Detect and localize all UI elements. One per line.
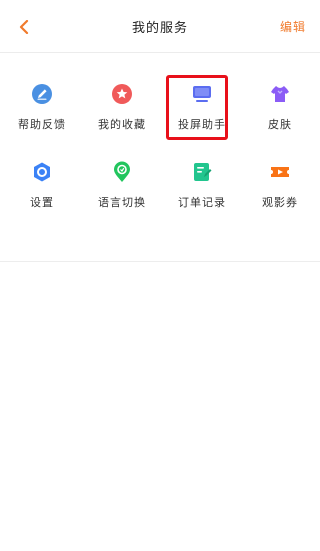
service-skin[interactable]: 皮肤 — [240, 76, 320, 140]
service-label: 语言切换 — [98, 196, 146, 209]
ticket-icon — [271, 167, 289, 177]
service-language[interactable]: 语言切换 — [82, 154, 162, 218]
service-label: 帮助反馈 — [18, 118, 66, 131]
settings-icon — [34, 162, 50, 182]
page-title: 我的服务 — [131, 21, 188, 36]
service-label: 观影券 — [262, 196, 298, 209]
tshirt-icon — [271, 86, 289, 102]
service-label: 皮肤 — [268, 118, 292, 131]
service-tickets[interactable]: 观影券 — [240, 154, 320, 218]
service-help-feedback[interactable]: 帮助反馈 — [2, 76, 82, 140]
service-label: 订单记录 — [178, 196, 226, 209]
highlight-box — [166, 75, 228, 140]
services-row: 帮助反馈 我的收藏 投屏助手 皮肤 — [0, 76, 320, 154]
edit-button[interactable]: 编辑 — [280, 18, 306, 35]
service-label: 我的收藏 — [98, 118, 146, 131]
service-favorites[interactable]: 我的收藏 — [82, 76, 162, 140]
order-icon — [194, 163, 212, 181]
service-label: 设置 — [30, 196, 54, 209]
language-icon — [114, 161, 130, 182]
service-settings[interactable]: 设置 — [2, 154, 82, 218]
pencil-icon — [32, 84, 52, 104]
top-bar: 我的服务 编辑 — [0, 0, 320, 53]
services-grid: 帮助反馈 我的收藏 投屏助手 皮肤 设置 语言切换 订单记录 观影券 — [0, 76, 320, 232]
divider — [0, 261, 320, 262]
services-row: 设置 语言切换 订单记录 观影券 — [0, 154, 320, 232]
star-icon — [112, 84, 132, 104]
service-orders[interactable]: 订单记录 — [162, 154, 242, 218]
